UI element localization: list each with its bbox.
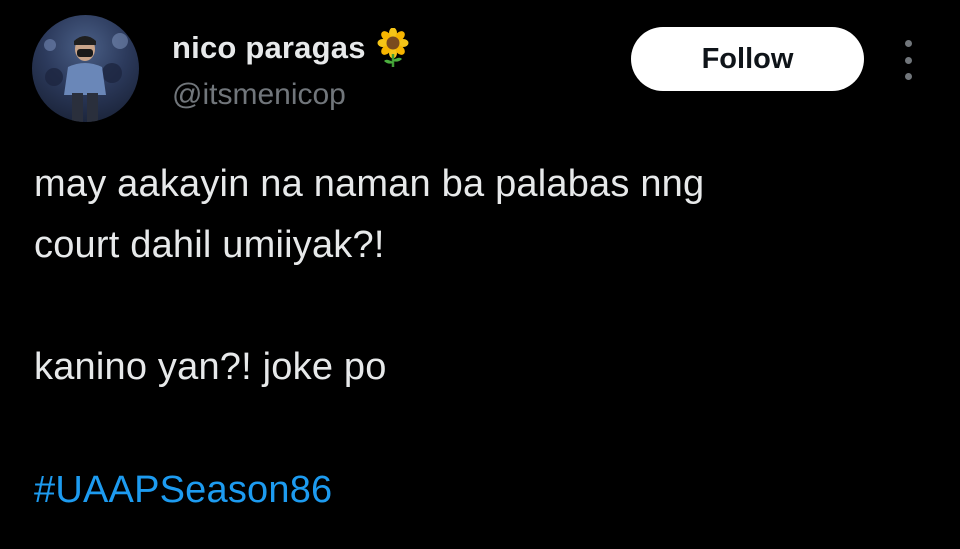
author-handle[interactable]: @itsmenicop bbox=[172, 78, 346, 112]
hashtag-link[interactable]: #UAAPSeason86 bbox=[34, 469, 332, 512]
follow-button[interactable]: Follow bbox=[631, 27, 864, 91]
author-name-row: nico paragas bbox=[172, 26, 410, 70]
author-display-name[interactable]: nico paragas bbox=[172, 30, 366, 66]
sunflower-icon bbox=[377, 28, 409, 67]
avatar[interactable] bbox=[32, 15, 139, 122]
tweet-text-line: may aakayin na naman ba palabas nng bbox=[34, 163, 705, 205]
more-vertical-icon[interactable] bbox=[895, 40, 921, 80]
avatar-image bbox=[44, 33, 128, 122]
tweet: nico paragas @itsmenicop Follow may aaka bbox=[0, 0, 960, 549]
tweet-text-line: kanino yan?! joke po bbox=[34, 346, 387, 388]
more-dot bbox=[904, 56, 912, 64]
tweet-text-line: court dahil umiiyak?! bbox=[34, 224, 385, 266]
more-dot bbox=[904, 73, 912, 80]
more-dot bbox=[904, 40, 912, 47]
